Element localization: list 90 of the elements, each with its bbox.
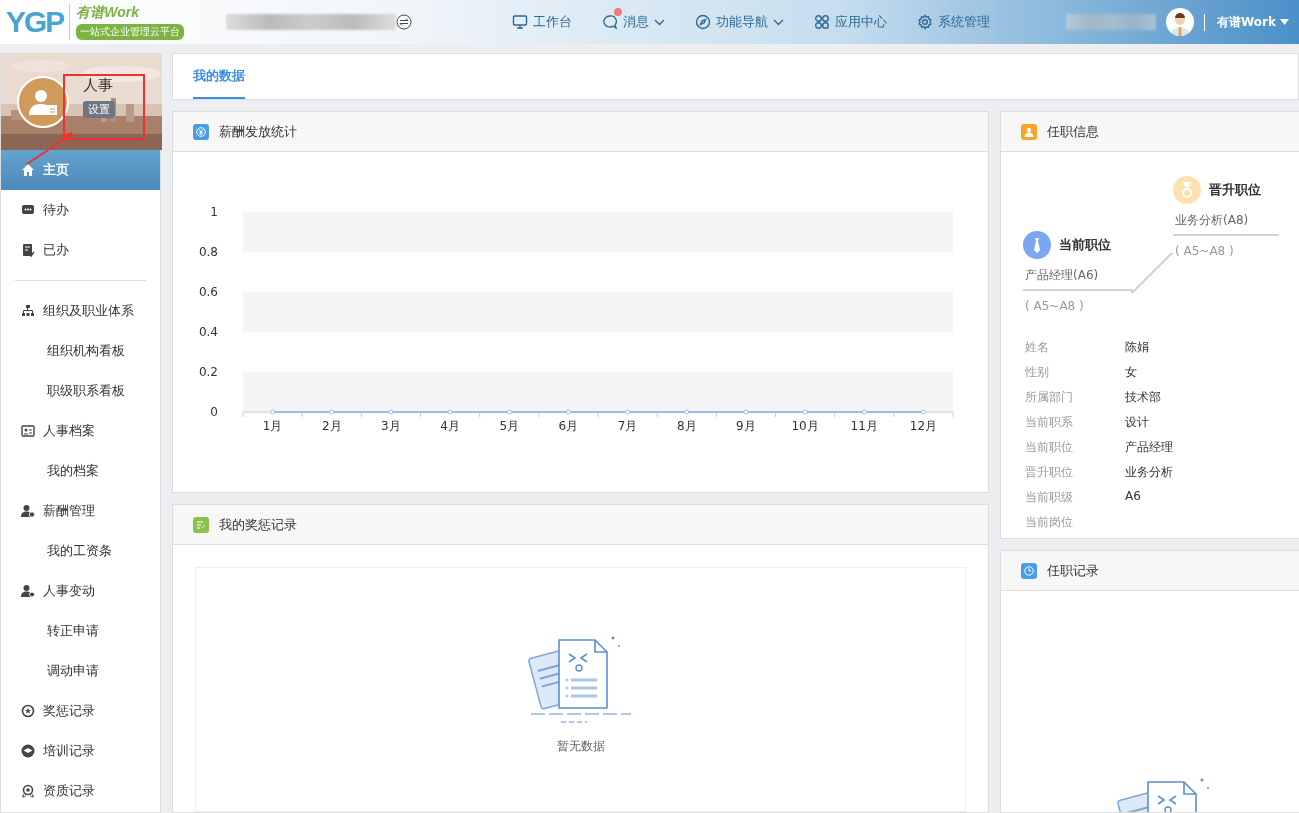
field-value: 业务分析 <box>1125 464 1174 481</box>
position-name: 产品经理(A6) <box>1023 261 1133 291</box>
field-label: 当前岗位 <box>1025 514 1074 531</box>
person-icon <box>1021 123 1037 140</box>
sidebar-item[interactable]: 职级职系看板 <box>1 371 160 411</box>
x-tick-label: 10月 <box>791 419 819 433</box>
graduation-cap-icon <box>21 744 35 758</box>
avatar[interactable] <box>1166 8 1195 36</box>
field-value: 女 <box>1125 364 1138 381</box>
sidebar-item[interactable]: 人事档案 <box>1 411 160 451</box>
sidebar-item[interactable]: 培训记录 <box>1 731 160 771</box>
document-check-icon <box>21 243 35 257</box>
logo-mark: YGP <box>6 5 64 39</box>
sidebar-item[interactable]: 调动申请 <box>1 651 160 691</box>
empty-text: 暂无数据 <box>556 738 605 755</box>
x-tick-label: 9月 <box>736 419 756 433</box>
panel-title: 我的奖惩记录 <box>219 515 297 534</box>
caret-icon <box>1280 19 1289 25</box>
x-tick-label: 6月 <box>558 419 579 433</box>
x-tick-label: 2月 <box>321 419 342 433</box>
sidebar-item[interactable]: 奖惩记录 <box>1 691 160 731</box>
coin-icon <box>193 123 209 140</box>
field-label: 姓名 <box>1025 339 1050 356</box>
field-label: 当前职系 <box>1025 414 1074 431</box>
sidebar-item[interactable]: 待办 <box>1 190 160 230</box>
x-tick-label: 12月 <box>909 419 938 433</box>
sidebar-item[interactable]: 已办 <box>1 230 160 270</box>
certificate-icon <box>21 784 35 798</box>
x-tick-label: 3月 <box>381 419 401 433</box>
connector-line <box>1131 252 1173 294</box>
field-label: 所属部门 <box>1025 389 1074 406</box>
sidebar-item[interactable]: 人事变动 <box>1 571 160 611</box>
x-tick-label: 1月 <box>262 419 283 433</box>
caret-icon <box>654 18 665 26</box>
x-tick-label: 11月 <box>850 419 878 433</box>
tie-icon <box>1023 231 1051 259</box>
position-name: 业务分析(A8) <box>1173 206 1279 236</box>
panel-title: 任职信息 <box>1047 122 1099 141</box>
field-value: 产品经理 <box>1125 439 1174 456</box>
chat-icon <box>21 203 35 217</box>
sidebar-item[interactable]: 组织及职业体系 <box>1 291 160 331</box>
medal-icon <box>1173 176 1201 204</box>
x-tick-label: 8月 <box>676 419 697 433</box>
position-heading: 当前职位 <box>1059 236 1111 254</box>
settings-icon <box>917 14 933 30</box>
x-tick-label: 4月 <box>440 419 460 433</box>
nav-item[interactable]: 工作台 <box>512 7 572 37</box>
brand-name: 有谱Work <box>76 4 140 22</box>
nav-item[interactable]: 消息 <box>602 7 665 37</box>
field-value: 陈娟 <box>1125 339 1150 356</box>
field-value: 设计 <box>1125 414 1150 431</box>
sidebar-item[interactable]: 转正申请 <box>1 611 160 651</box>
edit-icon <box>193 516 209 533</box>
tagline: 一站式企业管理云平台 <box>76 24 185 40</box>
field-label: 晋升职位 <box>1025 464 1074 481</box>
field-label: 当前职位 <box>1025 439 1074 456</box>
nav-item[interactable]: 系统管理 <box>917 7 990 37</box>
compass-icon <box>695 14 711 30</box>
clock-icon <box>1021 562 1037 579</box>
grade-range: ( A5~A8 ) <box>1174 243 1235 258</box>
home-icon <box>21 163 35 177</box>
field-label: 当前职级 <box>1025 489 1074 506</box>
sidebar-item[interactable]: 组织机构看板 <box>1 331 160 371</box>
sidebar-item[interactable]: 我的工资条 <box>1 531 160 571</box>
sidebar-item[interactable]: 资质记录 <box>1 771 160 811</box>
id-card-icon <box>21 424 35 438</box>
grade-range: ( A5~A8 ) <box>1024 298 1085 313</box>
monitor-icon <box>512 14 528 30</box>
x-tick-label: 5月 <box>499 419 520 433</box>
settings-button[interactable]: 设置 <box>83 101 115 118</box>
profile-name: 人事 <box>83 76 113 95</box>
y-axis: 0 0.2 0.4 0.6 0.8 1 <box>198 205 218 419</box>
nav-item[interactable]: 应用中心 <box>814 7 887 37</box>
position-heading: 晋升职位 <box>1209 181 1261 199</box>
nav-item[interactable]: 功能导航 <box>695 7 784 37</box>
medal-icon <box>21 704 35 718</box>
grid-icon <box>814 14 830 30</box>
sidebar-item[interactable]: 我的档案 <box>1 451 160 491</box>
switch-icon[interactable] <box>396 14 412 30</box>
panel-title: 任职记录 <box>1047 561 1099 580</box>
notification-dot <box>614 8 622 16</box>
field-value: 技术部 <box>1125 389 1162 406</box>
panel-title: 薪酬发放统计 <box>219 122 297 141</box>
field-value: A6 <box>1125 489 1142 505</box>
caret-icon <box>773 18 784 26</box>
org-chart-icon <box>21 304 35 318</box>
field-label: 性别 <box>1025 364 1050 381</box>
x-tick-label: 7月 <box>617 419 638 433</box>
chat-icon <box>602 14 618 30</box>
sidebar-item[interactable]: 薪酬管理 <box>1 491 160 531</box>
